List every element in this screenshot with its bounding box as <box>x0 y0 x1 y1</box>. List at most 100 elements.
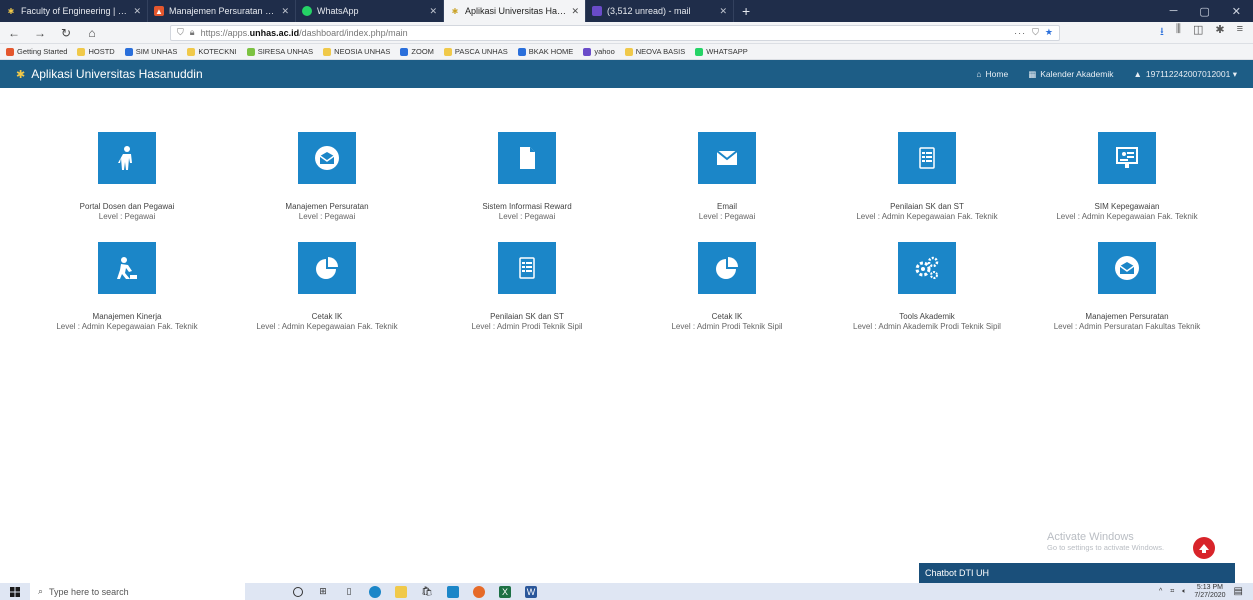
app-tile[interactable]: Cetak IK Level : Admin Kepegawaian Fak. T… <box>227 242 427 352</box>
app-tile[interactable]: Sistem Informasi Reward Level : Pegawai <box>427 132 627 242</box>
minimize-icon[interactable]: ─ <box>1170 5 1178 17</box>
document-icon[interactable] <box>498 132 556 184</box>
volume-icon[interactable]: 🔈︎ <box>1182 588 1186 596</box>
network-icon[interactable]: ⌗ <box>1170 588 1174 596</box>
pocket-icon[interactable]: ⛉ <box>1032 27 1039 38</box>
envelope-open-icon[interactable] <box>298 132 356 184</box>
download-icon[interactable]: ⭳ <box>1160 23 1164 42</box>
menu-home[interactable]: ⌂ Home <box>976 69 1008 79</box>
search-icon: ⌕ <box>38 586 44 596</box>
app-tile[interactable]: SIM Kepegawaian Level : Admin Kepegawaian… <box>1027 132 1227 242</box>
task-view-icon[interactable]: ⊞ <box>317 586 329 598</box>
notification-icon[interactable]: ▤ <box>1234 586 1243 597</box>
taskbar-search[interactable]: ⌕ Type here to search <box>30 583 245 600</box>
app-tile[interactable]: Penilaian SK dan ST Level : Admin Prodi T… <box>427 242 627 352</box>
tile-name[interactable]: Cetak IK <box>312 312 343 322</box>
sidebar-icon[interactable]: ◫ <box>1193 23 1203 42</box>
form-icon[interactable] <box>898 132 956 184</box>
chatbot-bar[interactable]: Chatbot DTI UH <box>919 563 1235 583</box>
close-icon[interactable]: ✕ <box>281 6 289 17</box>
browser-tab-3[interactable]: ✱ Aplikasi Universitas Hasanuddin ✕ <box>444 0 586 22</box>
bookmark-item[interactable]: Getting Started <box>6 47 67 56</box>
browser-tab-0[interactable]: ✱ Faculty of Engineering | Hasan ✕ <box>0 0 148 22</box>
person-walking-icon[interactable] <box>98 132 156 184</box>
bookmark-item[interactable]: HOSTD <box>77 47 115 56</box>
mail-app-icon[interactable] <box>447 585 459 598</box>
menu-icon[interactable]: ≡ <box>1237 23 1243 42</box>
maximize-icon[interactable]: ▢ <box>1199 5 1209 18</box>
tile-name[interactable]: Tools Akademik <box>899 312 955 322</box>
app-tile[interactable]: Email Level : Pegawai <box>627 132 827 242</box>
app-tile[interactable]: Manajemen Kinerja Level : Admin Kepegawai… <box>27 242 227 352</box>
tile-name[interactable]: Manajemen Kinerja <box>93 312 162 322</box>
menu-calendar[interactable]: ▦ Kalender Akademik <box>1028 69 1113 80</box>
file-explorer-icon[interactable] <box>395 585 407 598</box>
tile-name[interactable]: Sistem Informasi Reward <box>482 202 571 212</box>
tile-name[interactable]: SIM Kepegawaian <box>1095 202 1160 212</box>
tile-name[interactable]: Email <box>717 202 737 212</box>
presentation-icon[interactable] <box>1098 132 1156 184</box>
close-icon[interactable]: ✕ <box>133 6 141 17</box>
edge-icon[interactable] <box>369 585 381 598</box>
chevron-up-icon[interactable]: ^ <box>1159 588 1162 595</box>
worker-icon[interactable] <box>98 242 156 294</box>
bookmark-item[interactable]: KOTECKNI <box>187 47 237 56</box>
app-tile[interactable]: Tools Akademik Level : Admin Akademik Pro… <box>827 242 1027 352</box>
store-icon[interactable]: 🛍︎ <box>421 586 433 598</box>
excel-icon[interactable]: X <box>499 585 511 598</box>
tile-name[interactable]: Manajemen Persuratan <box>285 202 368 212</box>
menu-user[interactable]: ▲ 197112242007012001 ▾ <box>1133 69 1237 80</box>
bookmark-item[interactable]: WHATSAPP <box>695 47 748 56</box>
close-icon[interactable]: ✕ <box>719 6 727 17</box>
new-tab-button[interactable]: + <box>734 0 758 22</box>
address-bar[interactable]: ⛉ 🔒︎ https://apps.unhas.ac.id/dashboard/… <box>170 24 1060 41</box>
close-icon[interactable]: ✕ <box>571 6 579 17</box>
bookmark-item[interactable]: SIM UNHAS <box>124 47 177 56</box>
app-brand[interactable]: ✱ Aplikasi Universitas Hasanuddin <box>16 67 203 81</box>
bookmark-item[interactable]: SIRESA UNHAS <box>246 47 313 56</box>
form-icon[interactable] <box>498 242 556 294</box>
browser-tab-1[interactable]: ▲ Manajemen Persuratan - Inbox ✕ <box>148 0 296 22</box>
back-icon[interactable]: ← <box>6 26 22 40</box>
word-icon[interactable]: W <box>525 585 537 598</box>
start-button[interactable] <box>0 586 30 597</box>
reload-icon[interactable]: ↻ <box>58 26 74 40</box>
pie-chart-icon[interactable] <box>698 242 756 294</box>
envelope-open-icon[interactable] <box>1098 242 1156 294</box>
home-icon[interactable]: ⌂ <box>84 26 100 40</box>
app-tile[interactable]: Penilaian SK dan ST Level : Admin Kepegaw… <box>827 132 1027 242</box>
close-icon[interactable]: ✕ <box>429 6 437 17</box>
scroll-to-top-button[interactable] <box>1193 537 1215 559</box>
tile-name[interactable]: Penilaian SK dan ST <box>890 202 964 212</box>
tile-name[interactable]: Cetak IK <box>712 312 743 322</box>
browser-tab-4[interactable]: (3,512 unread) - mail ✕ <box>586 0 734 22</box>
bookmark-item[interactable]: ZOOM <box>400 47 434 56</box>
bookmark-label: Getting Started <box>17 47 68 56</box>
bookmark-item[interactable]: PASCA UNHAS <box>443 47 508 56</box>
gears-icon[interactable] <box>898 242 956 294</box>
tile-name[interactable]: Manajemen Persuratan <box>1085 312 1168 322</box>
page-actions-icon[interactable]: ··· <box>1014 28 1026 38</box>
tile-name[interactable]: Portal Dosen dan Pegawai <box>80 202 175 212</box>
forward-icon[interactable]: → <box>32 26 48 40</box>
bookmark-item[interactable]: NEOSIA UNHAS <box>323 47 390 56</box>
pie-chart-icon[interactable] <box>298 242 356 294</box>
bookmark-item[interactable]: NEOVA BASIS <box>624 47 685 56</box>
browser-tab-2[interactable]: WhatsApp ✕ <box>296 0 444 22</box>
clock[interactable]: 5:13 PM 7/27/2020 <box>1194 584 1225 600</box>
app-tile[interactable]: Portal Dosen dan Pegawai Level : Pegawai <box>27 132 227 242</box>
file-icon[interactable]: ▯ <box>343 586 355 598</box>
bookmark-item[interactable]: BKAK HOME <box>517 47 573 56</box>
bookmark-star-icon[interactable]: ★ <box>1045 27 1053 38</box>
tile-name[interactable]: Penilaian SK dan ST <box>490 312 564 322</box>
app-tile[interactable]: Manajemen Persuratan Level : Admin Persur… <box>1027 242 1227 352</box>
envelope-icon[interactable] <box>698 132 756 184</box>
firefox-icon[interactable] <box>473 585 485 598</box>
library-icon[interactable]: ⫼ <box>1176 23 1181 42</box>
bookmark-item[interactable]: yahoo <box>583 47 615 56</box>
app-tile[interactable]: Manajemen Persuratan Level : Pegawai <box>227 132 427 242</box>
cortana-icon[interactable] <box>293 586 303 597</box>
app-tile[interactable]: Cetak IK Level : Admin Prodi Teknik Sipil <box>627 242 827 352</box>
close-window-icon[interactable]: ✕ <box>1232 5 1241 18</box>
extension-icon[interactable]: ✱ <box>1215 23 1224 42</box>
